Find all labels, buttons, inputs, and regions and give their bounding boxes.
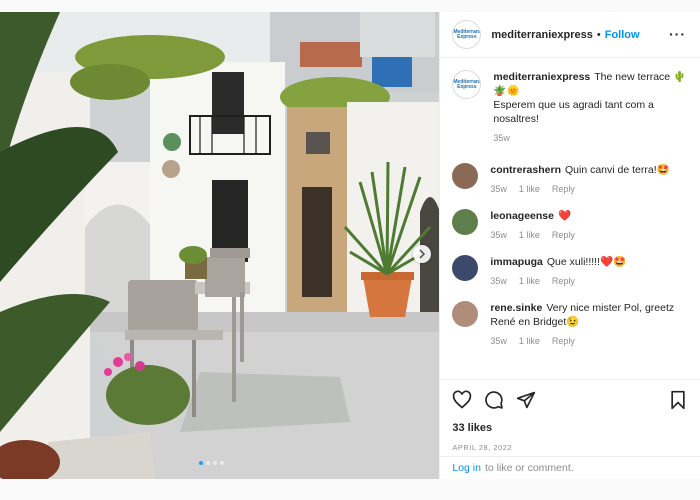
comment-time: 35w [490, 336, 507, 346]
carousel-dot-active [199, 461, 203, 465]
comment-username[interactable]: immapuga [490, 256, 543, 268]
list-item: immapuga Que xuli!!!!!❤️🤩 35w 1 like Repl… [452, 255, 692, 288]
comment-likes[interactable]: 1 like [519, 274, 540, 288]
logo-text: Mediterrani Express [453, 28, 481, 40]
post-side-panel: Mediterrani Express mediterraniexpress •… [439, 12, 700, 479]
follow-button[interactable]: Follow [605, 29, 640, 41]
carousel-dots [199, 461, 224, 465]
comment-time: 35w [490, 184, 507, 194]
caption-avatar[interactable]: Mediterrani Express [452, 70, 482, 99]
post-actions [440, 379, 700, 419]
carousel-dot [213, 461, 217, 465]
list-item: rene.sinke Very nice mister Pol, greetz R… [452, 301, 692, 348]
post-header: Mediterrani Express mediterraniexpress •… [440, 12, 700, 58]
comment-text: Quin canvi de terra!🤩 [564, 164, 670, 176]
avatar[interactable] [452, 255, 479, 281]
list-item: contrerashern Quin canvi de terra!🤩 35w 1… [452, 163, 692, 196]
comment-likes[interactable]: 1 like [519, 228, 540, 242]
caption-time: 35w [493, 133, 510, 143]
reply-button[interactable]: Reply [552, 182, 575, 196]
header-separator: • [596, 28, 601, 41]
comment-text: ❤️ [558, 210, 572, 222]
list-item: leonageense ❤️ 35w 1 like Reply [452, 209, 692, 242]
comment-body: contrerashern Quin canvi de terra!🤩 35w 1… [490, 163, 669, 196]
post-date[interactable]: APRIL 28, 2022 [452, 443, 512, 452]
comment-time: 35w [490, 276, 507, 286]
comment-meta: 35w 1 like Reply [490, 228, 575, 242]
comments-list: Mediterrani Express mediterraniexpress Th… [452, 70, 692, 362]
carousel-dot [220, 461, 224, 465]
more-options-icon[interactable]: ··· [669, 26, 686, 42]
reply-button[interactable]: Reply [552, 274, 575, 288]
reply-button[interactable]: Reply [552, 334, 575, 348]
instagram-post: Mediterrani Express mediterraniexpress •… [0, 12, 700, 479]
comment-body: immapuga Que xuli!!!!!❤️🤩 35w 1 like Repl… [490, 255, 626, 288]
caption-body: mediterraniexpress The new terrace 🌵🪴🌞 Es… [493, 70, 692, 145]
post-photo[interactable] [0, 12, 440, 479]
header-username[interactable]: mediterraniexpress [491, 29, 593, 41]
comment-meta: 35w 1 like Reply [490, 334, 692, 348]
comment-likes[interactable]: 1 like [519, 182, 540, 196]
comment-username[interactable]: leonageense [490, 210, 554, 222]
comment-body: leonageense ❤️ 35w 1 like Reply [490, 209, 575, 242]
comment-username[interactable]: contrerashern [490, 164, 561, 176]
comment-likes[interactable]: 1 like [519, 334, 540, 348]
heart-icon[interactable] [452, 390, 472, 410]
caption-text-2: Esperem que us agradi tant com a nosaltr… [493, 99, 654, 125]
terrace-photo [0, 12, 440, 479]
avatar[interactable] [452, 163, 479, 189]
comment-text: Que xuli!!!!!❤️🤩 [546, 256, 627, 268]
comment-meta: 35w 1 like Reply [490, 274, 626, 288]
comment-time: 35w [490, 230, 507, 240]
avatar[interactable] [452, 301, 479, 327]
comment-meta: 35w 1 like Reply [490, 182, 669, 196]
comment-body: rene.sinke Very nice mister Pol, greetz R… [490, 301, 692, 348]
caption-meta: 35w [493, 131, 692, 145]
caption-username[interactable]: mediterraniexpress [493, 71, 590, 83]
chevron-right-icon [419, 249, 426, 259]
login-link[interactable]: Log in [452, 462, 481, 474]
carousel-dot [206, 461, 210, 465]
comment-username[interactable]: rene.sinke [490, 302, 542, 314]
reply-button[interactable]: Reply [552, 228, 575, 242]
share-icon[interactable] [516, 390, 536, 410]
avatar[interactable] [452, 209, 479, 235]
login-bar: Log in to like or comment. [440, 456, 700, 479]
login-prompt: to like or comment. [484, 462, 574, 474]
logo-text: Mediterrani Express [453, 78, 481, 90]
likes-count[interactable]: 33 likes [452, 422, 492, 434]
account-avatar[interactable]: Mediterrani Express [452, 20, 482, 49]
next-photo-button[interactable] [413, 245, 431, 263]
caption: Mediterrani Express mediterraniexpress Th… [452, 70, 692, 145]
bookmark-icon[interactable] [668, 390, 688, 410]
comment-icon[interactable] [484, 390, 504, 410]
